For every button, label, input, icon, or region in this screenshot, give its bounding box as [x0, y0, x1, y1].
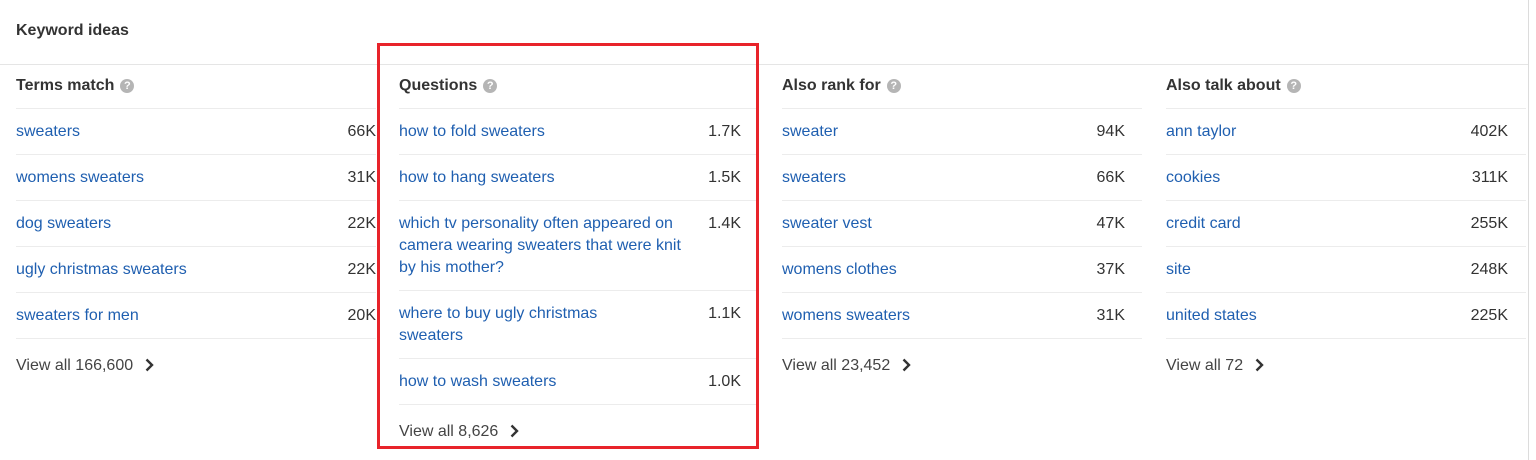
chevron-right-icon — [510, 424, 520, 438]
keyword-link[interactable]: where to buy ugly christmas sweaters — [399, 303, 639, 347]
view-all-link[interactable]: View all 72 — [1166, 339, 1526, 377]
keyword-link[interactable]: which tv personality often appeared on c… — [399, 213, 689, 279]
list-item: womens sweaters 31K — [16, 155, 376, 201]
keyword-volume: 31K — [1096, 307, 1125, 324]
chevron-right-icon — [145, 358, 154, 372]
column-header: Terms match? — [16, 64, 376, 109]
keyword-volume: 255K — [1470, 215, 1508, 232]
question-circle-icon[interactable]: ? — [120, 79, 135, 93]
keyword-link[interactable]: site — [1166, 259, 1456, 281]
keyword-link[interactable]: womens sweaters — [16, 167, 306, 189]
column-title: Also rank for — [782, 77, 881, 94]
question-circle-icon[interactable]: ? — [483, 79, 498, 93]
keyword-volume: 37K — [1096, 261, 1125, 278]
list-item: site 248K — [1166, 247, 1526, 293]
list-item: ann taylor 402K — [1166, 109, 1526, 155]
keyword-volume: 1.0K — [708, 373, 741, 390]
keyword-link[interactable]: sweaters — [16, 121, 306, 143]
keyword-volume: 225K — [1470, 307, 1508, 324]
keyword-link[interactable]: ann taylor — [1166, 121, 1456, 143]
keyword-link[interactable]: dog sweaters — [16, 213, 306, 235]
column-also-rank-for: Also rank for? sweater 94K sweaters 66K sw… — [782, 64, 1142, 377]
keyword-volume: 1.7K — [708, 123, 741, 140]
keyword-volume: 94K — [1096, 123, 1125, 140]
view-all-label: View all 166,600 — [16, 357, 134, 374]
keyword-link[interactable]: cookies — [1166, 167, 1456, 189]
keyword-volume: 66K — [347, 123, 376, 140]
keyword-link[interactable]: how to wash sweaters — [399, 371, 689, 393]
panel-header: Keyword ideas — [0, 0, 1528, 65]
list-item: sweater 94K — [782, 109, 1142, 155]
list-item: sweater vest 47K — [782, 201, 1142, 247]
chevron-right-icon — [902, 358, 911, 372]
view-all-link[interactable]: View all 23,452 — [782, 339, 1142, 377]
keyword-link[interactable]: womens clothes — [782, 259, 1072, 281]
list-item: sweaters for men 20K — [16, 293, 376, 339]
view-all-label: View all 8,626 — [399, 423, 499, 440]
list-item: where to buy ugly christmas sweaters 1.1K — [399, 291, 759, 359]
view-all-label: View all 23,452 — [782, 357, 891, 374]
keyword-volume: 47K — [1096, 215, 1125, 232]
panel-title: Keyword ideas — [16, 22, 129, 39]
keyword-link[interactable]: sweaters — [782, 167, 1072, 189]
column-also-talk-about: Also talk about? ann taylor 402K cookies 3… — [1166, 64, 1526, 377]
list-item: dog sweaters 22K — [16, 201, 376, 247]
column-questions: Questions? how to fold sweaters 1.7K how … — [399, 64, 759, 443]
list-item: sweaters 66K — [782, 155, 1142, 201]
keyword-volume: 1.5K — [708, 169, 741, 186]
keyword-link[interactable]: united states — [1166, 305, 1456, 327]
keyword-link[interactable]: womens sweaters — [782, 305, 1072, 327]
list-item: united states 225K — [1166, 293, 1526, 339]
keyword-volume: 248K — [1470, 261, 1508, 278]
column-title: Terms match — [16, 77, 115, 94]
column-title: Questions — [399, 77, 478, 94]
list-item: womens clothes 37K — [782, 247, 1142, 293]
list-item: womens sweaters 31K — [782, 293, 1142, 339]
view-all-link[interactable]: View all 8,626 — [399, 405, 759, 443]
list-item: how to fold sweaters 1.7K — [399, 109, 759, 155]
list-item: cookies 311K — [1166, 155, 1526, 201]
list-item: which tv personality often appeared on c… — [399, 201, 759, 291]
column-title: Also talk about — [1166, 77, 1281, 94]
keyword-volume: 22K — [347, 215, 376, 232]
view-all-link[interactable]: View all 166,600 — [16, 339, 376, 377]
keyword-volume: 1.4K — [708, 215, 741, 232]
keyword-link[interactable]: ugly christmas sweaters — [16, 259, 306, 281]
column-header: Questions? — [399, 64, 759, 109]
keyword-volume: 66K — [1096, 169, 1125, 186]
column-header: Also talk about? — [1166, 64, 1526, 109]
list-item: sweaters 66K — [16, 109, 376, 155]
list-item: ugly christmas sweaters 22K — [16, 247, 376, 293]
keyword-link[interactable]: how to hang sweaters — [399, 167, 689, 189]
column-header: Also rank for? — [782, 64, 1142, 109]
keyword-volume: 22K — [347, 261, 376, 278]
keyword-link[interactable]: how to fold sweaters — [399, 121, 689, 143]
keyword-volume: 402K — [1470, 123, 1508, 140]
list-item: credit card 255K — [1166, 201, 1526, 247]
view-all-label: View all 72 — [1166, 357, 1244, 374]
keyword-volume: 311K — [1471, 169, 1508, 186]
keyword-link[interactable]: sweater — [782, 121, 1072, 143]
keyword-volume: 1.1K — [708, 305, 741, 322]
chevron-right-icon — [1255, 358, 1264, 372]
keyword-link[interactable]: credit card — [1166, 213, 1456, 235]
question-circle-icon[interactable]: ? — [886, 79, 901, 93]
list-item: how to hang sweaters 1.5K — [399, 155, 759, 201]
keyword-link[interactable]: sweaters for men — [16, 305, 306, 327]
list-item: how to wash sweaters 1.0K — [399, 359, 759, 405]
keyword-volume: 20K — [347, 307, 376, 324]
keyword-volume: 31K — [347, 169, 376, 186]
keyword-link[interactable]: sweater vest — [782, 213, 1072, 235]
keyword-ideas-panel: Keyword ideas Terms match? sweaters 66K w… — [0, 0, 1529, 460]
column-terms-match: Terms match? sweaters 66K womens sweaters… — [16, 64, 376, 377]
question-circle-icon[interactable]: ? — [1286, 79, 1301, 93]
